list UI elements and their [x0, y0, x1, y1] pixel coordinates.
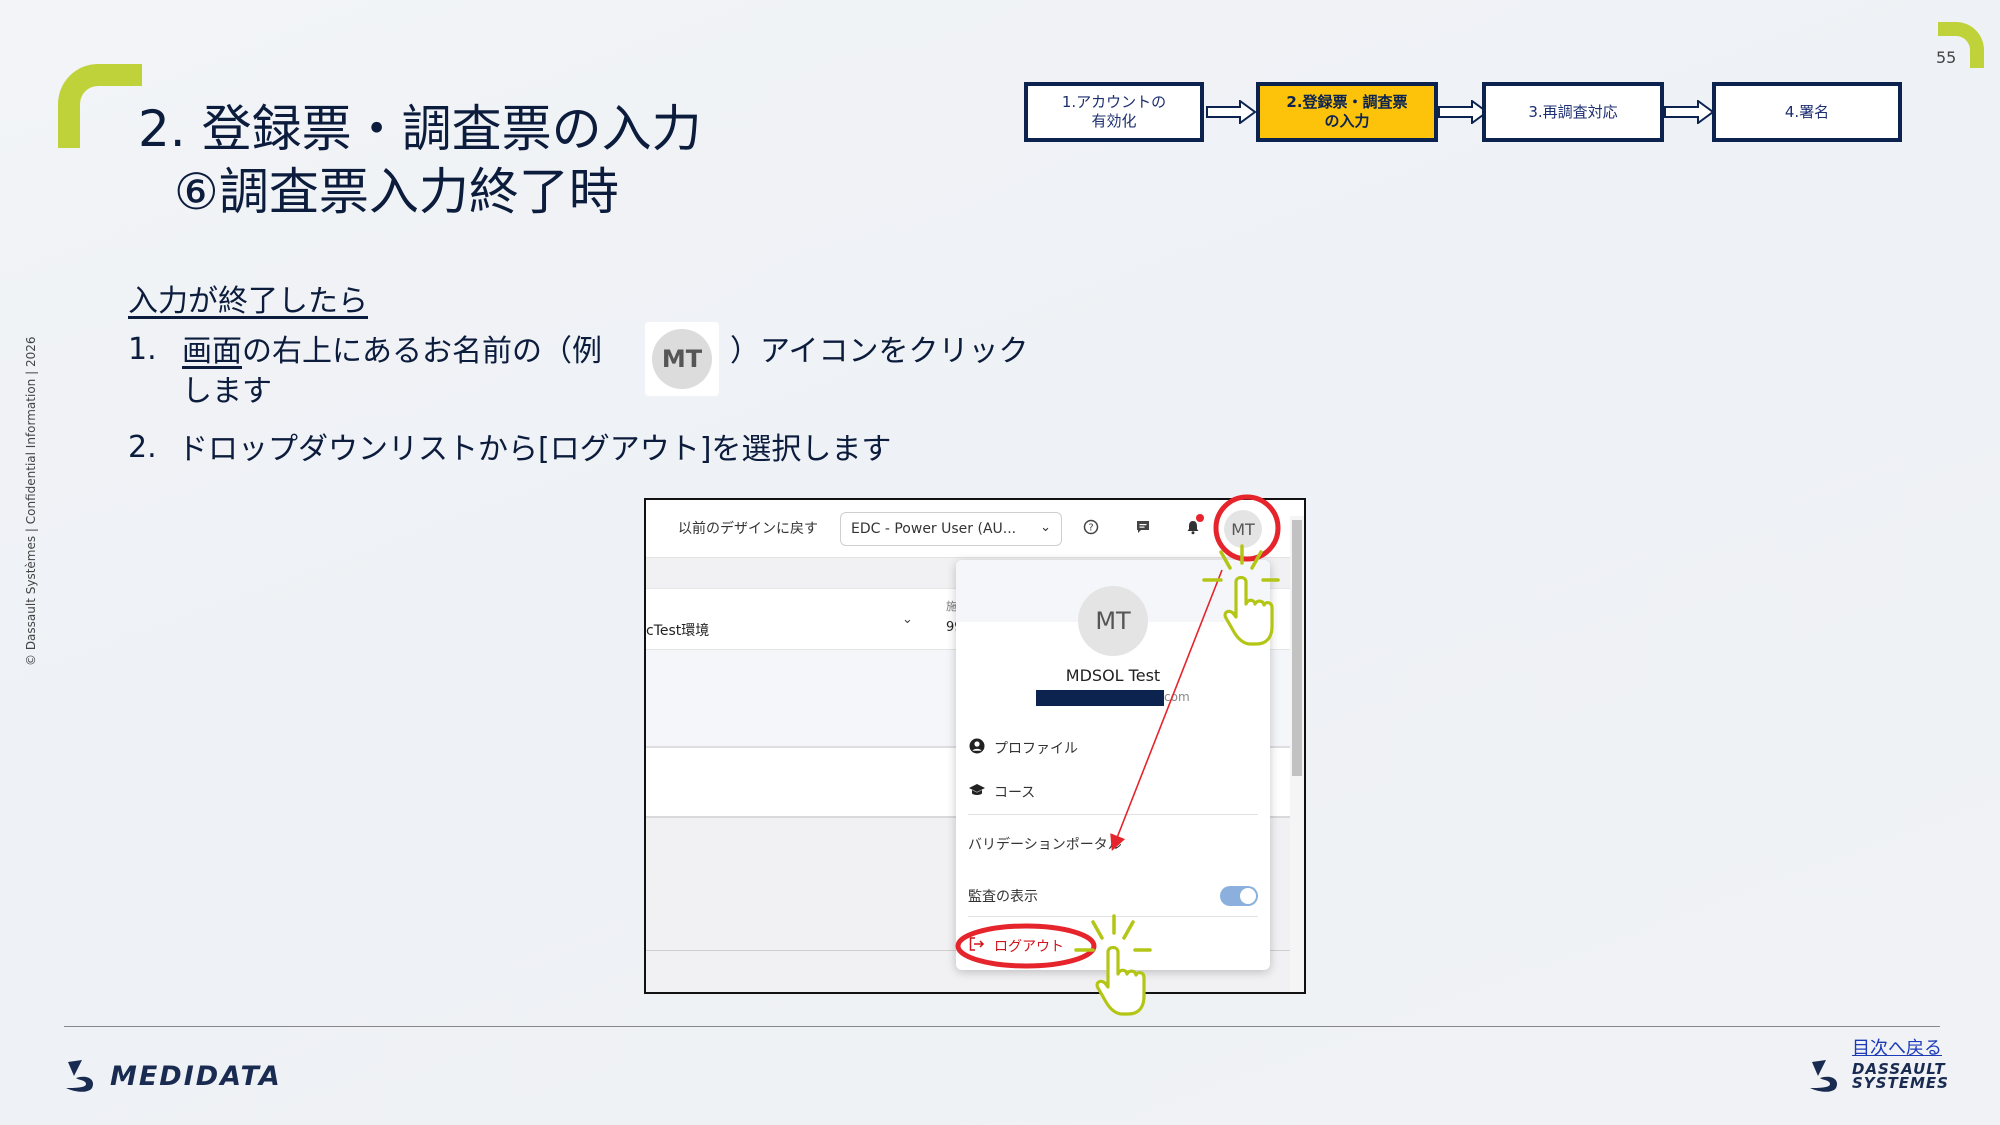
- svg-text:?: ?: [1088, 523, 1093, 534]
- step-4: 4.署名: [1712, 82, 1902, 142]
- ds-logo-icon: [1810, 1060, 1838, 1092]
- menu-item-courses-label: コース: [994, 785, 1036, 801]
- example-avatar-chip: MT: [645, 322, 719, 396]
- role-select[interactable]: EDC - Power User (AU... ⌄: [840, 512, 1062, 546]
- role-select-value: EDC - Power User (AU...: [851, 521, 1017, 537]
- medidata-logo: MEDIDATA: [62, 1058, 282, 1094]
- logout-icon: [968, 937, 986, 955]
- dropdown-divider: [968, 814, 1258, 815]
- instruction-item-1-underlined: 画面: [182, 334, 242, 369]
- toggle-knob: [1240, 888, 1256, 904]
- step-1-line1: 1.アカウントの: [1061, 93, 1167, 112]
- scrollbar[interactable]: [1290, 516, 1304, 992]
- step-arrow-2: [1438, 100, 1488, 124]
- courses-icon: [968, 783, 986, 801]
- page-number: 55: [1936, 48, 1957, 67]
- menu-item-validation-portal[interactable]: バリデーションポータル: [968, 834, 1122, 854]
- step-1: 1.アカウントの 有効化: [1024, 82, 1204, 142]
- notification-dot: [1196, 514, 1204, 522]
- profile-icon: [968, 738, 986, 758]
- dassault-wordmark: DASSAULT SYSTEMES: [1852, 1061, 1949, 1092]
- step-3-line1: 3.再調査対応: [1528, 102, 1618, 121]
- menu-item-logout-label: ログアウト: [994, 939, 1064, 955]
- dropdown-divider: [968, 916, 1258, 917]
- revert-design-link[interactable]: 以前のデザインに戻す: [678, 518, 818, 538]
- email-redacted: [1036, 690, 1164, 706]
- chat-icon[interactable]: [1130, 514, 1156, 540]
- step-arrow-3: [1664, 100, 1714, 124]
- instruction-item-1-part1: の右上にあるお名前の（例: [242, 334, 602, 369]
- menu-item-profile-label: プロファイル: [994, 741, 1078, 757]
- chevron-down-icon: ⌄: [1040, 520, 1051, 535]
- title-line-1: 2. 登録票・調査票の入力: [138, 100, 702, 158]
- step-2-line1: 2.登録票・調査票: [1286, 93, 1408, 112]
- list-number-1: 1.: [128, 332, 157, 367]
- scrollbar-thumb[interactable]: [1292, 520, 1302, 776]
- menu-item-courses[interactable]: コース: [968, 782, 1035, 802]
- step-2-line2: の入力: [1324, 112, 1370, 130]
- instruction-item-1-line1: 画面の右上にあるお名前の（例: [182, 332, 602, 371]
- chevron-down-icon[interactable]: ⌄: [902, 612, 913, 627]
- user-dropdown-menu: MT MDSOL Test com プロファイル コース バリデーションポータル…: [956, 560, 1270, 970]
- page-title: 2. 登録票・調査票の入力 ⑥調査票入力終了時: [138, 98, 702, 223]
- step-arrow-1: [1206, 100, 1256, 124]
- back-to-toc-link[interactable]: 目次へ戻る: [1852, 1034, 1942, 1060]
- step-2: 2.登録票・調査票 の入力: [1256, 82, 1438, 142]
- email-suffix: com: [1164, 690, 1190, 704]
- step-1-line2: 有効化: [1091, 112, 1137, 130]
- instruction-item-1-part2: ）アイコンをクリック: [730, 334, 1029, 369]
- step-3: 3.再調査対応: [1482, 82, 1664, 142]
- instruction-item-2: ドロップダウンリストから[ログアウト]を選択します: [178, 432, 892, 467]
- dropdown-avatar: MT: [1078, 586, 1148, 656]
- menu-item-logout[interactable]: ログアウト: [968, 936, 1064, 956]
- dassault-logo: DASSAULT SYSTEMES: [1806, 1058, 1949, 1094]
- instruction-item-1-part3: します: [182, 374, 272, 409]
- user-name: MDSOL Test: [1065, 666, 1161, 685]
- embedded-screenshot: 以前のデザインに戻す EDC - Power User (AU... ⌄ ? M…: [644, 498, 1306, 994]
- instruction-intro: 入力が終了したら: [128, 284, 368, 319]
- dassault-wordmark-line2: SYSTEMES: [1852, 1074, 1949, 1092]
- example-avatar-initials: MT: [652, 329, 712, 389]
- study-name: cTest環境: [646, 623, 710, 639]
- audit-display-toggle[interactable]: [1220, 886, 1258, 906]
- menu-item-audit-display: 監査の表示: [968, 886, 1038, 906]
- corner-bracket-top-left: [58, 64, 142, 148]
- app-topbar: 以前のデザインに戻す EDC - Power User (AU... ⌄ ? M…: [646, 500, 1304, 558]
- user-avatar-button[interactable]: MT: [1224, 510, 1262, 548]
- ds-logo-icon: [66, 1060, 94, 1092]
- step-4-line1: 4.署名: [1784, 102, 1830, 121]
- medidata-wordmark: MEDIDATA: [110, 1060, 282, 1092]
- menu-item-validation-portal-label: バリデーションポータル: [968, 837, 1122, 853]
- title-line-2: ⑥調査票入力終了時: [174, 162, 619, 221]
- help-icon[interactable]: ?: [1078, 514, 1104, 540]
- menu-item-profile[interactable]: プロファイル: [968, 738, 1078, 758]
- footer-divider: [64, 1026, 1940, 1027]
- list-number-2: 2.: [128, 430, 157, 465]
- confidential-note: © Dassault Systèmes | Confidential Infor…: [24, 336, 38, 666]
- menu-item-audit-display-label: 監査の表示: [968, 889, 1038, 905]
